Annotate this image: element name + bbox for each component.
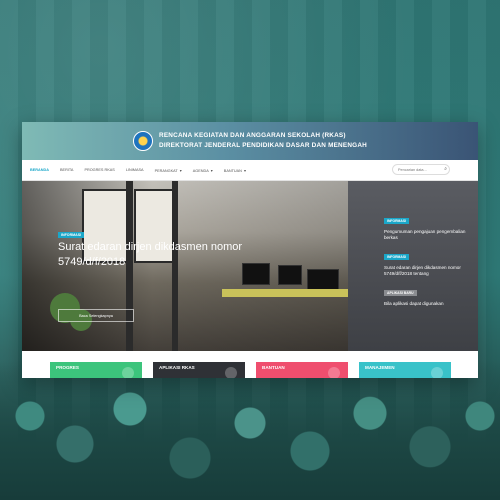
nav-item-berita[interactable]: BERITA (60, 168, 73, 172)
main-nav: BERANDA BERITA PROGRES RKAS LINIMASA PER… (22, 160, 478, 181)
feature-cards: PROGRES APLIKASI RKAS BANTUAN MANAJEMEN (22, 362, 478, 378)
help-icon (328, 367, 340, 378)
side-news-item[interactable]: INFORMASI Pengumuman pengajuan pengembal… (384, 209, 474, 242)
nav-item-progres[interactable]: PROGRES RKAS (84, 168, 114, 172)
side-news-text: Surat edaran dirjen dikdasmen nomor 5749… (384, 265, 461, 277)
card-label: APLIKASI RKAS (159, 365, 195, 370)
side-news-text: Bila aplikasi dapat digunakan (384, 301, 444, 306)
card-aplikasi[interactable]: APLIKASI RKAS (153, 362, 245, 378)
card-bantuan[interactable]: BANTUAN (256, 362, 348, 378)
chevron-down-icon: ▾ (210, 167, 213, 173)
settings-icon (431, 367, 443, 378)
side-news-badge: APLIKASI BARU (384, 290, 417, 296)
site-header: RENCANA KEGIATAN DAN ANGGARAN SEKOLAH (R… (22, 122, 478, 160)
side-news-item[interactable]: INFORMASI Surat edaran dirjen dikdasmen … (384, 245, 474, 278)
nav-item-bantuan-label: BANTUAN (223, 168, 242, 173)
nav-item-bantuan[interactable]: BANTUAN ▾ (224, 168, 246, 173)
card-label: BANTUAN (262, 365, 285, 370)
website-screenshot: RENCANA KEGIATAN DAN ANGGARAN SEKOLAH (R… (22, 122, 478, 378)
nav-item-agenda[interactable]: AGENDA ▾ (193, 168, 213, 173)
search-icon[interactable]: ⌕ (444, 166, 447, 172)
card-manajemen[interactable]: MANAJEMEN (359, 362, 451, 378)
card-label: MANAJEMEN (365, 365, 395, 370)
hero-badge: INFORMASI (58, 232, 85, 238)
side-news-text: Pengumuman pengajuan pengembalian berkas (384, 229, 466, 241)
read-more-button[interactable]: Baca Selengkapnya (58, 309, 134, 322)
nav-item-perangkat-label: PERANGKAT (154, 168, 178, 173)
chevron-down-icon: ▾ (243, 167, 246, 173)
nav-item-linimasa[interactable]: LINIMASA (126, 168, 144, 172)
office-monitor (278, 265, 302, 285)
office-desk (222, 289, 348, 297)
side-news-badge: INFORMASI (384, 254, 410, 260)
side-news-list: INFORMASI Pengumuman pengajuan pengembal… (348, 181, 478, 351)
nav-item-beranda[interactable]: BERANDA (30, 168, 49, 172)
crowd-background (0, 360, 500, 500)
chart-icon (122, 367, 134, 378)
hero-slider[interactable]: INFORMASI Surat edaran dirjen dikdasmen … (22, 181, 348, 351)
card-label: PROGRES (56, 365, 79, 370)
chevron-down-icon: ▾ (179, 167, 182, 173)
hero-headline[interactable]: Surat edaran dirjen dikdasmen nomor 5749… (58, 240, 278, 270)
tut-wuri-logo-icon (133, 131, 154, 151)
laptop-icon (225, 367, 237, 378)
site-title-line1: RENCANA KEGIATAN DAN ANGGARAN SEKOLAH (R… (159, 132, 346, 139)
site-title: RENCANA KEGIATAN DAN ANGGARAN SEKOLAH (R… (159, 131, 367, 151)
card-progres[interactable]: PROGRES (50, 362, 142, 378)
side-news-badge: INFORMASI (384, 218, 410, 224)
search-input[interactable]: Pencarian data... (392, 164, 450, 175)
site-title-line2: DIREKTORAT JENDERAL PENDIDIKAN DASAR DAN… (159, 142, 367, 149)
side-news-item[interactable]: APLIKASI BARU Bila aplikasi dapat diguna… (384, 281, 474, 307)
nav-item-perangkat[interactable]: PERANGKAT ▾ (155, 168, 182, 173)
nav-item-agenda-label: AGENDA (192, 168, 209, 173)
